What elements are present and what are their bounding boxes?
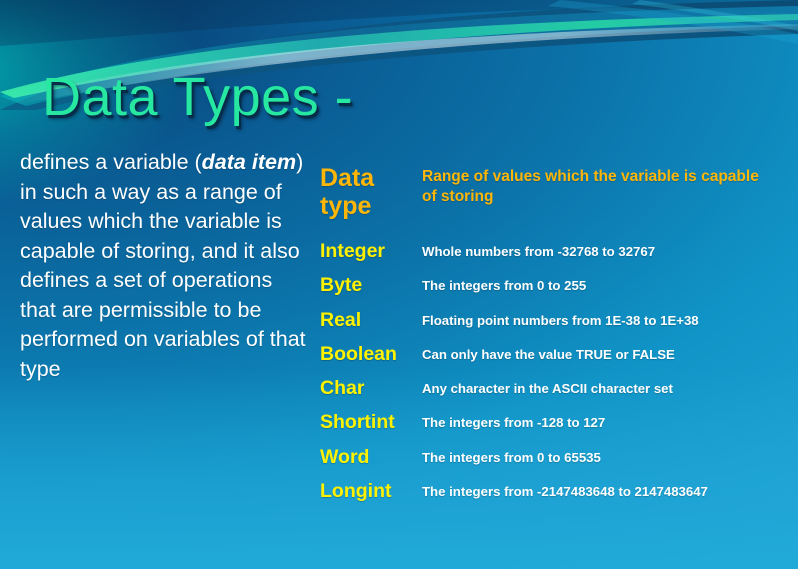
table-row: Char Any character in the ASCII characte… bbox=[320, 377, 790, 411]
row-type-name: Char bbox=[320, 377, 365, 400]
body-paragraph-emphasis: data item bbox=[201, 150, 297, 174]
table-row: Real Floating point numbers from 1E-38 t… bbox=[320, 309, 790, 343]
row-type-range: The integers from -2147483648 to 2147483… bbox=[422, 484, 708, 500]
row-type-range: Can only have the value TRUE or FALSE bbox=[422, 346, 675, 362]
row-type-name: Boolean bbox=[320, 342, 397, 365]
body-paragraph: defines a variable (data item) in such a… bbox=[20, 148, 306, 384]
column-header-data-type: Data type bbox=[320, 164, 375, 220]
row-type-range: Floating point numbers from 1E-38 to 1E+… bbox=[422, 312, 699, 328]
row-type-range: Any character in the ASCII character set bbox=[422, 381, 673, 397]
table-row: Boolean Can only have the value TRUE or … bbox=[320, 343, 790, 377]
presentation-slide: Data Types - defines a variable (data it… bbox=[0, 0, 798, 569]
column-header-range: Range of values which the variable is ca… bbox=[422, 168, 759, 205]
row-type-name: Integer bbox=[320, 240, 386, 262]
row-type-range: Whole numbers from -32768 to 32767 bbox=[422, 244, 656, 259]
table-row: Shortint The integers from -128 to 127 bbox=[320, 411, 790, 445]
row-type-range: The integers from -128 to 127 bbox=[422, 415, 606, 431]
row-type-name: Real bbox=[320, 308, 362, 331]
table-header-row: Data type Range of values which the vari… bbox=[320, 164, 790, 232]
table-row: Integer Whole numbers from -32768 to 327… bbox=[320, 240, 790, 274]
table-row: Word The integers from 0 to 65535 bbox=[320, 446, 790, 480]
row-type-name: Shortint bbox=[320, 411, 395, 434]
row-type-range: The integers from 0 to 255 bbox=[422, 278, 587, 294]
table-row: Longint The integers from -2147483648 to… bbox=[320, 480, 790, 514]
slide-title: Data Types - bbox=[42, 67, 354, 127]
row-type-name: Byte bbox=[320, 274, 363, 297]
row-type-name: Word bbox=[320, 445, 370, 468]
data-types-table: Data type Range of values which the vari… bbox=[320, 164, 790, 502]
row-type-range: The integers from 0 to 65535 bbox=[422, 449, 601, 465]
table-row: Byte The integers from 0 to 255 bbox=[320, 274, 790, 308]
row-type-name: Longint bbox=[320, 480, 392, 503]
table-body: Integer Whole numbers from -32768 to 327… bbox=[320, 240, 790, 514]
body-paragraph-part2: ) in such a way as a range of values whi… bbox=[20, 150, 306, 381]
body-paragraph-part1: defines a variable ( bbox=[20, 150, 202, 174]
